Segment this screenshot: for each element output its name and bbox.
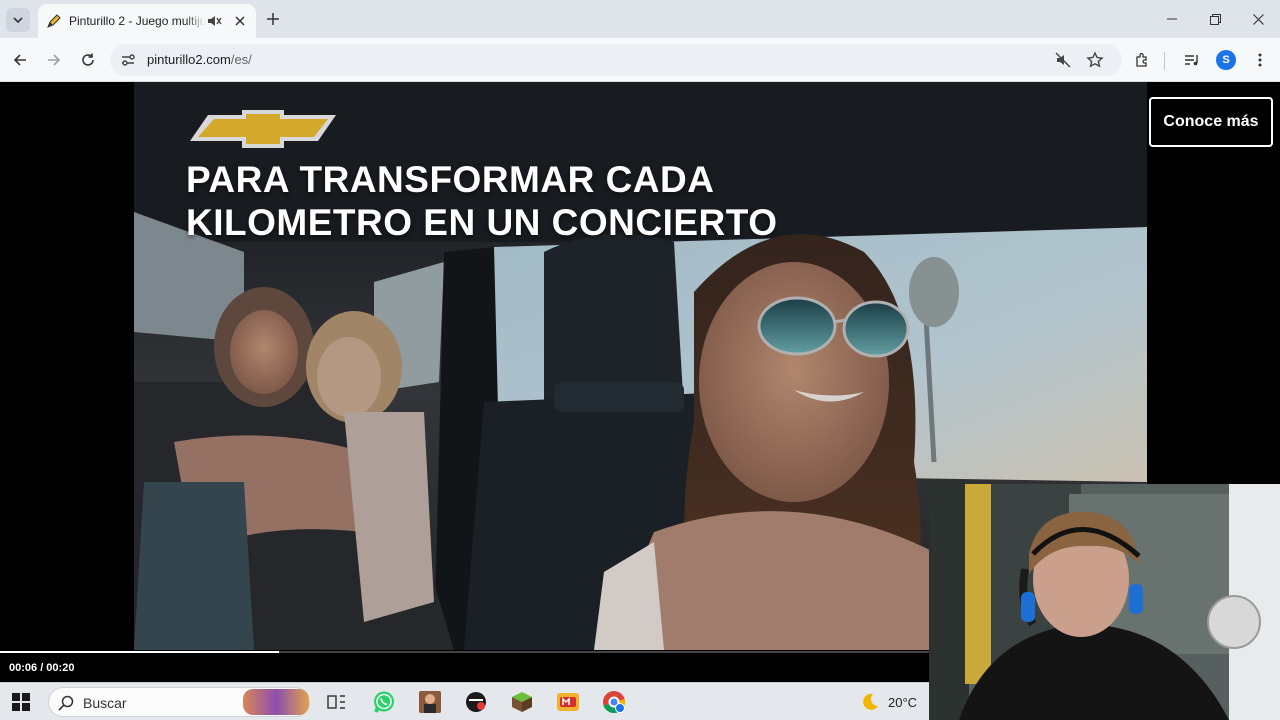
restore-icon <box>1209 13 1221 25</box>
chevron-down-icon <box>13 17 23 23</box>
ad-headline-line-1: PARA TRANSFORMAR CADA <box>186 159 715 200</box>
windows-start-icon[interactable] <box>12 693 30 711</box>
game-icon[interactable] <box>417 689 443 715</box>
close-tab-icon[interactable] <box>232 13 248 29</box>
arrow-right-icon <box>48 54 61 66</box>
taskbar-search[interactable]: Buscar <box>48 687 310 717</box>
moon-icon <box>863 693 878 710</box>
media-muted-icon[interactable] <box>1054 51 1072 69</box>
chevrolet-bowtie-logo <box>190 110 336 148</box>
tab-search-button[interactable] <box>6 8 30 32</box>
webcam-overlay <box>929 484 1280 720</box>
search-icon <box>58 695 74 711</box>
media-controls-button[interactable] <box>1180 48 1204 72</box>
minimize-icon <box>1167 18 1177 20</box>
site-settings-icon[interactable] <box>120 52 136 68</box>
search-highlight-image <box>243 689 309 715</box>
back-button[interactable] <box>8 48 32 72</box>
address-bar[interactable]: pinturillo2.com/es/ <box>110 44 1122 76</box>
browser-menu-button[interactable] <box>1248 48 1272 72</box>
browser-toolbar: pinturillo2.com/es/ S <box>0 38 1280 82</box>
kebab-menu-icon <box>1258 53 1262 67</box>
profile-avatar[interactable]: S <box>1216 50 1236 70</box>
task-view-icon[interactable] <box>324 689 350 715</box>
pencil-icon <box>47 14 61 28</box>
tab-strip: Pinturillo 2 - Juego multijugador de dib… <box>0 0 1280 38</box>
max-app-icon[interactable] <box>555 689 581 715</box>
browser-tab[interactable]: Pinturillo 2 - Juego multijugador de dib… <box>38 4 256 38</box>
weather-widget[interactable]: 20°C <box>858 691 917 713</box>
extensions-button[interactable] <box>1130 48 1154 72</box>
new-tab-button[interactable] <box>263 9 283 29</box>
puzzle-icon <box>1136 52 1147 67</box>
webcam-feed-image <box>929 484 1280 720</box>
plus-icon <box>267 13 279 25</box>
search-placeholder: Buscar <box>83 695 127 711</box>
ad-headline: PARA TRANSFORMAR CADA KILOMETRO EN UN CO… <box>186 158 778 244</box>
playlist-icon <box>1185 55 1198 66</box>
weather-temperature: 20°C <box>888 694 918 710</box>
tab-title: Pinturillo 2 - Juego multijugador de dib… <box>69 14 207 28</box>
ad-headline-line-2: KILOMETRO EN UN CONCIERTO <box>186 202 778 243</box>
chrome-icon[interactable] <box>601 689 627 715</box>
minimize-button[interactable] <box>1161 8 1183 30</box>
arrow-left-icon <box>13 54 26 66</box>
minecraft-icon[interactable] <box>509 689 535 715</box>
bookmark-star-icon[interactable] <box>1086 51 1104 69</box>
forward-button[interactable] <box>42 48 66 72</box>
reload-button[interactable] <box>76 48 100 72</box>
restore-button[interactable] <box>1204 8 1226 30</box>
url-text[interactable]: pinturillo2.com/es/ <box>147 52 252 67</box>
close-icon <box>1252 13 1264 25</box>
video-progress-bar[interactable] <box>0 651 930 653</box>
whatsapp-icon[interactable] <box>371 689 397 715</box>
video-progress-fill <box>0 651 279 653</box>
reload-icon <box>82 53 94 66</box>
roblox-icon[interactable] <box>463 689 489 715</box>
close-window-button[interactable] <box>1247 8 1269 30</box>
video-time: 00:06 / 00:20 <box>9 662 75 674</box>
learn-more-button[interactable]: Conoce más <box>1149 97 1273 147</box>
muted-speaker-icon[interactable] <box>206 13 222 29</box>
toolbar-divider <box>1164 52 1165 70</box>
